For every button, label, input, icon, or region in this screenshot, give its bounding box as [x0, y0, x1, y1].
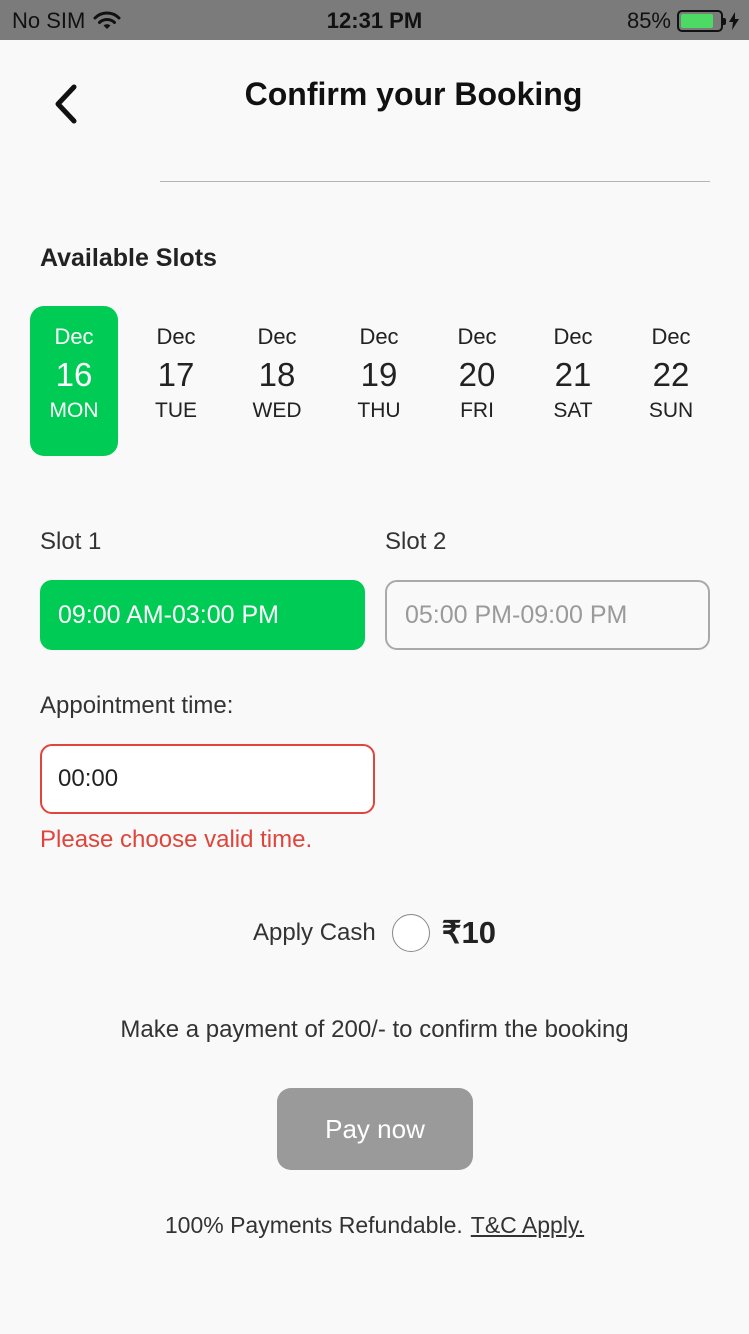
appointment-time-input[interactable] [40, 744, 375, 814]
date-item-dec-21[interactable]: Dec 21 SAT [529, 306, 617, 456]
pay-now-button[interactable]: Pay now [277, 1088, 473, 1170]
date-month: Dec [651, 324, 691, 349]
page-title: Confirm your Booking [244, 76, 583, 112]
date-item-dec-20[interactable]: Dec 20 FRI [433, 306, 521, 456]
date-day: 19 [360, 356, 398, 393]
battery-icon [677, 10, 726, 32]
date-weekday: SAT [553, 399, 593, 422]
refund-note: 100% Payments Refundable. T&C Apply. [0, 1212, 749, 1239]
date-day: 21 [554, 356, 592, 393]
date-weekday: THU [357, 399, 401, 422]
status-right: 85% [627, 8, 739, 34]
cash-amount: ₹10 [441, 915, 496, 950]
date-month: Dec [54, 324, 94, 349]
date-day: 17 [157, 356, 195, 393]
date-weekday: TUE [155, 399, 197, 422]
apply-cash-radio[interactable] [391, 914, 430, 952]
date-day: 18 [258, 356, 296, 393]
available-slots-title: Available Slots [40, 244, 217, 272]
apply-cash-row: Apply Cash ₹10 [0, 914, 749, 952]
date-weekday: FRI [460, 399, 494, 422]
date-item-dec-18[interactable]: Dec 18 WED [233, 306, 321, 456]
slot-2-button[interactable]: 05:00 PM-09:00 PM [385, 580, 710, 650]
appointment-time-label: Appointment time: [40, 692, 234, 719]
slot-1-button[interactable]: 09:00 AM-03:00 PM [40, 580, 365, 650]
battery-percent: 85% [626, 8, 671, 33]
header-divider [160, 181, 710, 182]
date-month: Dec [553, 324, 593, 349]
date-item-dec-16[interactable]: Dec 16 MON [30, 306, 118, 456]
date-month: Dec [156, 324, 196, 349]
slot-1-label: Slot 1 [40, 528, 102, 555]
date-item-dec-22[interactable]: Dec 22 SUN [627, 306, 715, 456]
payment-instruction: Make a payment of 200/- to confirm the b… [120, 1016, 629, 1043]
date-item-dec-17[interactable]: Dec 17 TUE [132, 306, 220, 456]
date-month: Dec [457, 324, 497, 349]
date-month: Dec [257, 324, 297, 349]
apply-cash-label: Apply Cash [253, 919, 376, 946]
date-month: Dec [359, 324, 399, 349]
date-selector: Dec 16 MON Dec 17 TUE Dec 18 WED Dec 19 … [30, 306, 730, 456]
tc-link[interactable]: T&C Apply. [471, 1212, 584, 1238]
date-day: 20 [458, 356, 496, 393]
date-weekday: WED [252, 399, 302, 422]
slot-2-label: Slot 2 [385, 528, 447, 555]
appointment-error-text: Please choose valid time. [40, 826, 313, 853]
refund-text: 100% Payments Refundable. [164, 1212, 463, 1238]
date-weekday: SUN [648, 399, 694, 422]
date-day: 22 [652, 356, 690, 393]
date-item-dec-19[interactable]: Dec 19 THU [335, 306, 423, 456]
date-weekday: MON [49, 399, 99, 422]
date-day: 16 [55, 356, 93, 393]
status-bar: No SIM 12:31 PM 85% [0, 0, 749, 40]
charging-bolt-icon [729, 12, 739, 30]
battery-fill [681, 14, 714, 28]
